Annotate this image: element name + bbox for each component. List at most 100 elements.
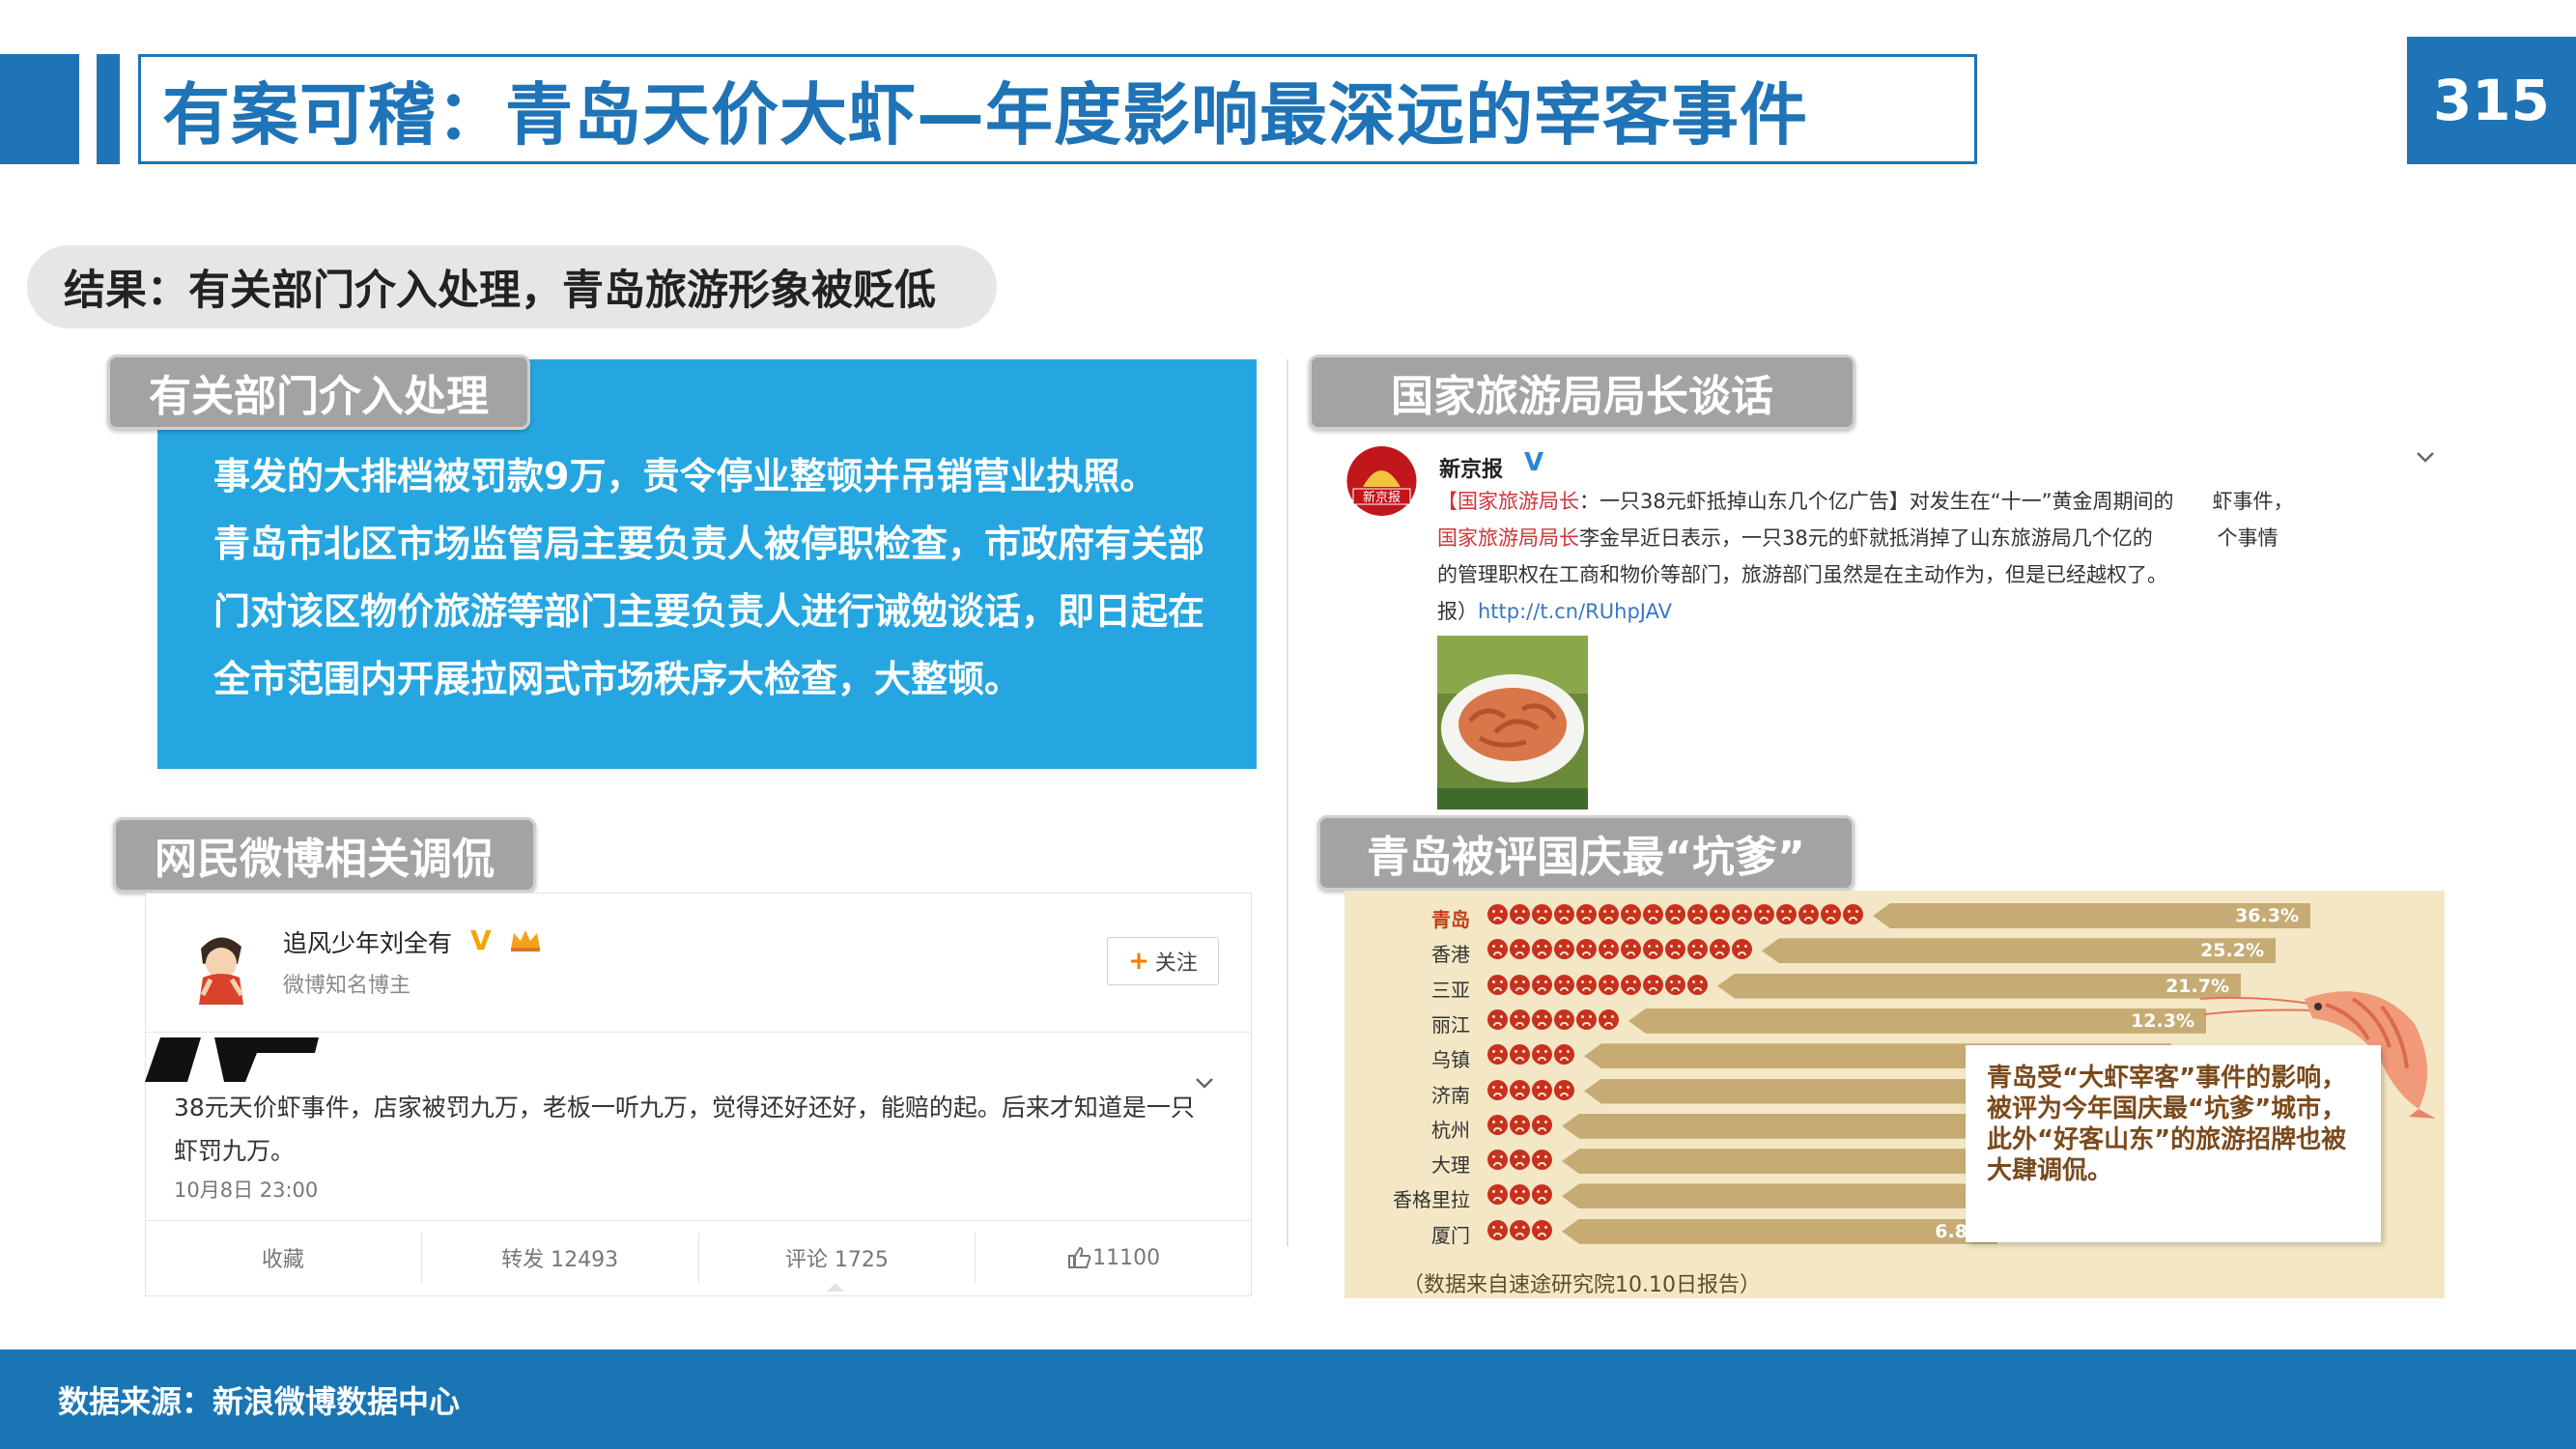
follow-button-label: 关注 (1154, 952, 1198, 976)
sad-face-icon (1843, 904, 1863, 924)
sad-face-icon (1532, 904, 1552, 924)
sad-face-icon (1732, 939, 1752, 960)
sad-face-icon (1576, 939, 1597, 960)
intervention-line-2: 青岛市北区市场监管局主要负责人被停职检查，市政府有关部门对该区物价旅游等部门主要… (213, 523, 1205, 700)
page-number: 315 (2407, 37, 2576, 164)
weibo-user-name[interactable]: 追风少年刘全有 (283, 924, 452, 959)
follow-button[interactable]: + 关注 (1107, 937, 1219, 985)
sad-face-icon (1621, 974, 1641, 995)
sad-face-icon (1532, 1079, 1552, 1100)
sad-face-icon (1776, 904, 1797, 924)
sad-face-icon (1532, 939, 1552, 960)
sad-face-icon (1821, 904, 1841, 924)
sad-face-icon (1599, 1009, 1619, 1030)
shrimp-dish-photo[interactable] (1437, 636, 1588, 810)
sad-face-icon (1643, 904, 1663, 924)
sad-face-icon (1599, 904, 1619, 924)
news-post-text: 【国家旅游局长：一只38元虾抵掉山东几个亿广告】对发生在“十一”黄金周期间的 虾… (1437, 483, 2442, 630)
chart-category-label: 丽江 (1431, 1012, 1470, 1037)
sad-face-icon (1510, 1150, 1530, 1171)
chart-category-label: 厦门 (1431, 1223, 1470, 1247)
sad-face-icon (1532, 1114, 1552, 1135)
sad-face-icon (1510, 1184, 1530, 1206)
netizen-label: 网民微博相关调侃 (113, 817, 536, 893)
intervention-text: 事发的大排档被罚款9万，责令停业整顿并吊销营业执照。 青岛市北区市场监管局主要负… (213, 442, 1218, 713)
chart-category-label: 济南 (1431, 1083, 1470, 1107)
chart-bar (1487, 939, 1752, 960)
weibo-action-bar: 收藏 转发 12493 评论 1725 11100 (145, 1233, 1252, 1283)
weibo-user-title: 微博知名博主 (283, 974, 411, 998)
sad-face-icon (1487, 1114, 1508, 1135)
sad-face-icon (1643, 974, 1663, 995)
sad-face-icon (1532, 1184, 1552, 1206)
sad-face-icon (1710, 904, 1730, 924)
chart-value-label: 6.8% (1562, 1218, 1997, 1244)
chart-category-label: 三亚 (1431, 978, 1470, 1002)
sad-face-icon (1554, 1009, 1574, 1030)
news-logo[interactable]: 新京报 (1345, 444, 1418, 518)
chart-bar (1487, 974, 1708, 995)
chevron-down-icon[interactable] (1194, 1072, 1215, 1094)
chart-value-label: 21.7% (1717, 973, 2241, 999)
chart-value-label: 12.3% (1628, 1008, 2206, 1034)
sad-face-icon (1532, 1009, 1552, 1030)
news-link[interactable]: http://t.cn/RUhpJAV (1478, 600, 1672, 623)
news-source-name[interactable]: 新京报 (1439, 452, 1503, 483)
news-line-4: 报）http://t.cn/RUhpJAV (1437, 600, 1672, 623)
header-accent-bar (0, 54, 79, 164)
sad-face-icon (1554, 1044, 1574, 1065)
intervention-label: 有关部门介入处理 (107, 355, 530, 430)
sad-face-icon (1510, 1009, 1530, 1030)
sad-face-icon (1487, 904, 1508, 924)
chart-value-label: 7.1% (1562, 1183, 2032, 1209)
sad-face-icon (1710, 939, 1730, 960)
sad-face-icon (1510, 1219, 1530, 1240)
sad-face-icon (1554, 1079, 1574, 1100)
sad-face-icon (1665, 904, 1685, 924)
chart-category-label: 大理 (1431, 1153, 1470, 1178)
thumbs-up-icon (1068, 1246, 1091, 1268)
footer-source: 数据来源：新浪微博数据中心 (0, 1350, 2576, 1449)
sad-face-icon (1532, 974, 1552, 995)
sad-face-icon (1532, 1150, 1552, 1171)
verified-v-icon: V (1524, 448, 1544, 477)
chart-category-label: 乌镇 (1431, 1048, 1470, 1072)
sad-face-icon (1510, 939, 1530, 960)
sad-face-icon (1487, 974, 1508, 995)
news-logo-text: 新京报 (1363, 490, 1401, 505)
user-avatar[interactable] (174, 920, 267, 1010)
chevron-down-icon[interactable] (2415, 446, 2436, 468)
crown-icon (511, 930, 540, 952)
favorite-button[interactable]: 收藏 (145, 1233, 422, 1283)
sad-face-icon (1532, 1044, 1552, 1065)
sad-face-icon (1687, 939, 1708, 960)
comment-button[interactable]: 评论 1725 (699, 1233, 977, 1283)
header-accent-bar-thin (97, 54, 120, 164)
sad-face-icon (1754, 904, 1774, 924)
sad-face-icon (1487, 1044, 1508, 1065)
chart-annotation: 青岛受“大虾宰客”事件的影响，被评为今年国庆最“坑爹”城市，此外“好客山东”的旅… (1966, 1045, 2381, 1242)
weibo-post-text: 38元天价虾事件，店家被罚九万，老板一听九万，觉得还好还好，能赔的起。后来才知道… (174, 1094, 1195, 1165)
sad-face-icon (1510, 974, 1530, 995)
like-button[interactable]: 11100 (976, 1233, 1252, 1283)
intervention-line-1: 事发的大排档被罚款9万，责令停业整顿并吊销营业执照。 (213, 455, 1157, 497)
sad-face-icon (1510, 1079, 1530, 1100)
sad-face-icon (1487, 1184, 1508, 1206)
sad-face-icon (1554, 974, 1574, 995)
sad-face-icon (1487, 1009, 1508, 1030)
sad-face-icon (1487, 1079, 1508, 1100)
tourism-label: 国家旅游局局长谈话 (1309, 355, 1855, 430)
page-title: 有案可稽：青岛天价大虾—年度影响最深远的宰客事件 (162, 74, 1808, 155)
vertical-divider (1287, 359, 1288, 1246)
chart-bar (1487, 1184, 1552, 1206)
ranking-label: 青岛被评国庆最“坑爹” (1317, 815, 1854, 891)
chart-value-label: 36.3% (1873, 903, 2310, 928)
repost-button[interactable]: 转发 12493 (422, 1233, 699, 1283)
chart-bar (1487, 904, 1863, 924)
sad-face-icon (1643, 939, 1663, 960)
sad-face-icon (1554, 939, 1574, 960)
weibo-post-time[interactable]: 10月8日 23:00 (174, 1175, 318, 1204)
chart-bar (1487, 1150, 1552, 1171)
sad-face-icon (1621, 904, 1641, 924)
sad-face-icon (1487, 1150, 1508, 1171)
